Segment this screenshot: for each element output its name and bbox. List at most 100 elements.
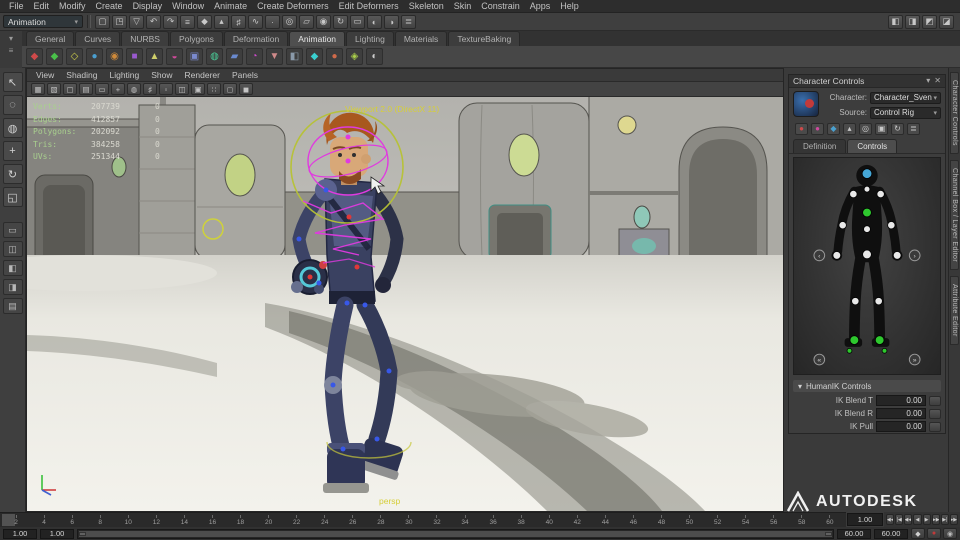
playback-start-field[interactable]: 1.00: [40, 528, 74, 539]
shelf-tab[interactable]: Animation: [289, 31, 346, 46]
save-scene-icon[interactable]: ▽: [129, 14, 144, 29]
viewport-menu-item[interactable]: View: [30, 70, 60, 80]
full-body-key-icon[interactable]: ●: [795, 122, 808, 135]
cluster-tool[interactable]: ◒: [166, 48, 183, 65]
shelf-tab[interactable]: Lighting: [346, 31, 394, 46]
character-panel-tab[interactable]: Definition: [793, 138, 847, 153]
set-breakdown-tool[interactable]: ◆: [46, 48, 63, 65]
select-object-icon[interactable]: ◆: [197, 14, 212, 29]
image-plane-icon[interactable]: ▭: [95, 83, 109, 95]
slider-icon[interactable]: [929, 395, 941, 406]
undo-icon[interactable]: ↶: [146, 14, 161, 29]
range-slider[interactable]: [77, 528, 834, 539]
source-select[interactable]: Control Rig ▾: [870, 106, 941, 119]
set-key-button[interactable]: ◆: [911, 528, 925, 539]
menu-item[interactable]: Modify: [54, 1, 91, 11]
shelf-tab[interactable]: Materials: [394, 31, 448, 46]
step-forward-key-button[interactable]: ▶|: [940, 514, 949, 525]
toggle-modeling-toolkit-icon[interactable]: ◧: [888, 14, 903, 29]
film-gate-icon[interactable]: ▫: [159, 83, 173, 95]
sculpt-tool[interactable]: ▼: [266, 48, 283, 65]
rotate-tool[interactable]: ↻: [2, 164, 23, 184]
step-back-key-button[interactable]: |◀: [895, 514, 904, 525]
dock-tab[interactable]: Character Controls: [950, 72, 959, 154]
bend-tool[interactable]: ●: [326, 48, 343, 65]
time-slider[interactable]: 2 4 6 8 10 12 14 16 18 20 22 24 26 28 30 32 34 36 38 40 42 44…: [0, 512, 846, 527]
field-value-input[interactable]: 0.00: [876, 421, 926, 433]
menu-item[interactable]: Apps: [525, 1, 556, 11]
scale-tool[interactable]: ◱: [2, 187, 23, 207]
play-backwards-button[interactable]: ◀: [913, 514, 922, 525]
character-panel-tab[interactable]: Controls: [847, 138, 898, 153]
camera-attributes-icon[interactable]: ▢: [63, 83, 77, 95]
grid-toggle-icon[interactable]: ♯: [143, 83, 157, 95]
range-end-handle[interactable]: [825, 531, 832, 536]
toggle-attribute-editor-icon[interactable]: ◨: [905, 14, 920, 29]
history-icon[interactable]: ↻: [333, 14, 348, 29]
new-scene-icon[interactable]: ▢: [95, 14, 110, 29]
select-component-icon[interactable]: ▴: [214, 14, 229, 29]
stacked-pane-layout[interactable]: ◨: [2, 279, 23, 295]
dock-tab[interactable]: Attribute Editor: [950, 276, 959, 345]
character-select[interactable]: Character_Sven ▾: [870, 91, 941, 104]
set-key-tool[interactable]: ◆: [26, 48, 43, 65]
range-start-handle[interactable]: [79, 531, 86, 536]
menu-item[interactable]: Create: [91, 1, 128, 11]
snap-point-icon[interactable]: ∙: [265, 14, 280, 29]
panel-menu-icon[interactable]: ▾: [926, 76, 930, 85]
toggle-tool-settings-icon[interactable]: ◩: [922, 14, 937, 29]
menu-item[interactable]: Constrain: [476, 1, 525, 11]
make-live-icon[interactable]: ◉: [316, 14, 331, 29]
step-forward-frame-button[interactable]: ▶▶: [931, 514, 940, 525]
menu-item[interactable]: Edit Deformers: [334, 1, 404, 11]
bookmarks-icon[interactable]: ▤: [79, 83, 93, 95]
four-pane-layout[interactable]: ◫: [2, 241, 23, 257]
menu-item[interactable]: Create Deformers: [252, 1, 334, 11]
motion-path-tool[interactable]: ▲: [146, 48, 163, 65]
shelf-tab[interactable]: Deformation: [223, 31, 289, 46]
animation-start-field[interactable]: 1.00: [3, 528, 37, 539]
jiggle-tool[interactable]: ◧: [286, 48, 303, 65]
shelf-tab[interactable]: Curves: [75, 31, 121, 46]
select-camera-icon[interactable]: ▦: [31, 83, 45, 95]
menu-item[interactable]: Skin: [449, 1, 477, 11]
body-part-key-icon[interactable]: ●: [811, 122, 824, 135]
snap-center-icon[interactable]: ◎: [282, 14, 297, 29]
wave-tool[interactable]: ◐: [366, 48, 383, 65]
expand-buttons[interactable]: ‹ › « »: [813, 249, 921, 366]
snap-curve-icon[interactable]: ∿: [248, 14, 263, 29]
field-value-input[interactable]: 0.00: [876, 395, 926, 407]
menu-item[interactable]: Skeleton: [404, 1, 449, 11]
menu-set-selector[interactable]: Animation ▾: [3, 15, 83, 28]
menu-item[interactable]: Help: [555, 1, 584, 11]
scene-3d[interactable]: Verts: 207739 0 Edges: 412857 0 Polygons…: [27, 97, 783, 511]
safe-action-icon[interactable]: ◻: [223, 83, 237, 95]
stance-pose-icon[interactable]: ▴: [843, 122, 856, 135]
wire-tool[interactable]: ◔: [246, 48, 263, 65]
menu-item[interactable]: Edit: [29, 1, 55, 11]
go-to-end-button[interactable]: ▶▶|: [949, 514, 958, 525]
range-slider-bar[interactable]: [79, 530, 832, 537]
slider-icon[interactable]: [929, 408, 941, 419]
persp-outliner-layout[interactable]: ◧: [2, 260, 23, 276]
2d-pan-zoom-icon[interactable]: +: [111, 83, 125, 95]
slider-icon[interactable]: [929, 421, 941, 432]
field-chart-icon[interactable]: ∷: [207, 83, 221, 95]
grease-pencil-icon[interactable]: ◍: [127, 83, 141, 95]
shelf-tab[interactable]: Polygons: [169, 31, 223, 46]
joint-tool[interactable]: ◉: [106, 48, 123, 65]
gate-mask-icon[interactable]: ▣: [191, 83, 205, 95]
lock-camera-icon[interactable]: ▧: [47, 83, 61, 95]
viewport-menu-item[interactable]: Renderer: [179, 70, 226, 80]
viewport-menu-item[interactable]: Shading: [60, 70, 103, 80]
step-back-frame-button[interactable]: ◀◀: [904, 514, 913, 525]
constraint-tool[interactable]: ■: [126, 48, 143, 65]
twist-tool[interactable]: ◈: [346, 48, 363, 65]
hik-menu-icon[interactable]: ≣: [907, 122, 920, 135]
viewport-menu-item[interactable]: Show: [145, 70, 178, 80]
nonlinear-tool[interactable]: ◆: [306, 48, 323, 65]
menu-item[interactable]: Display: [128, 1, 168, 11]
play-forwards-button[interactable]: ▶: [922, 514, 931, 525]
snap-plane-icon[interactable]: ▱: [299, 14, 314, 29]
paint-select-tool[interactable]: ◍: [2, 118, 23, 138]
